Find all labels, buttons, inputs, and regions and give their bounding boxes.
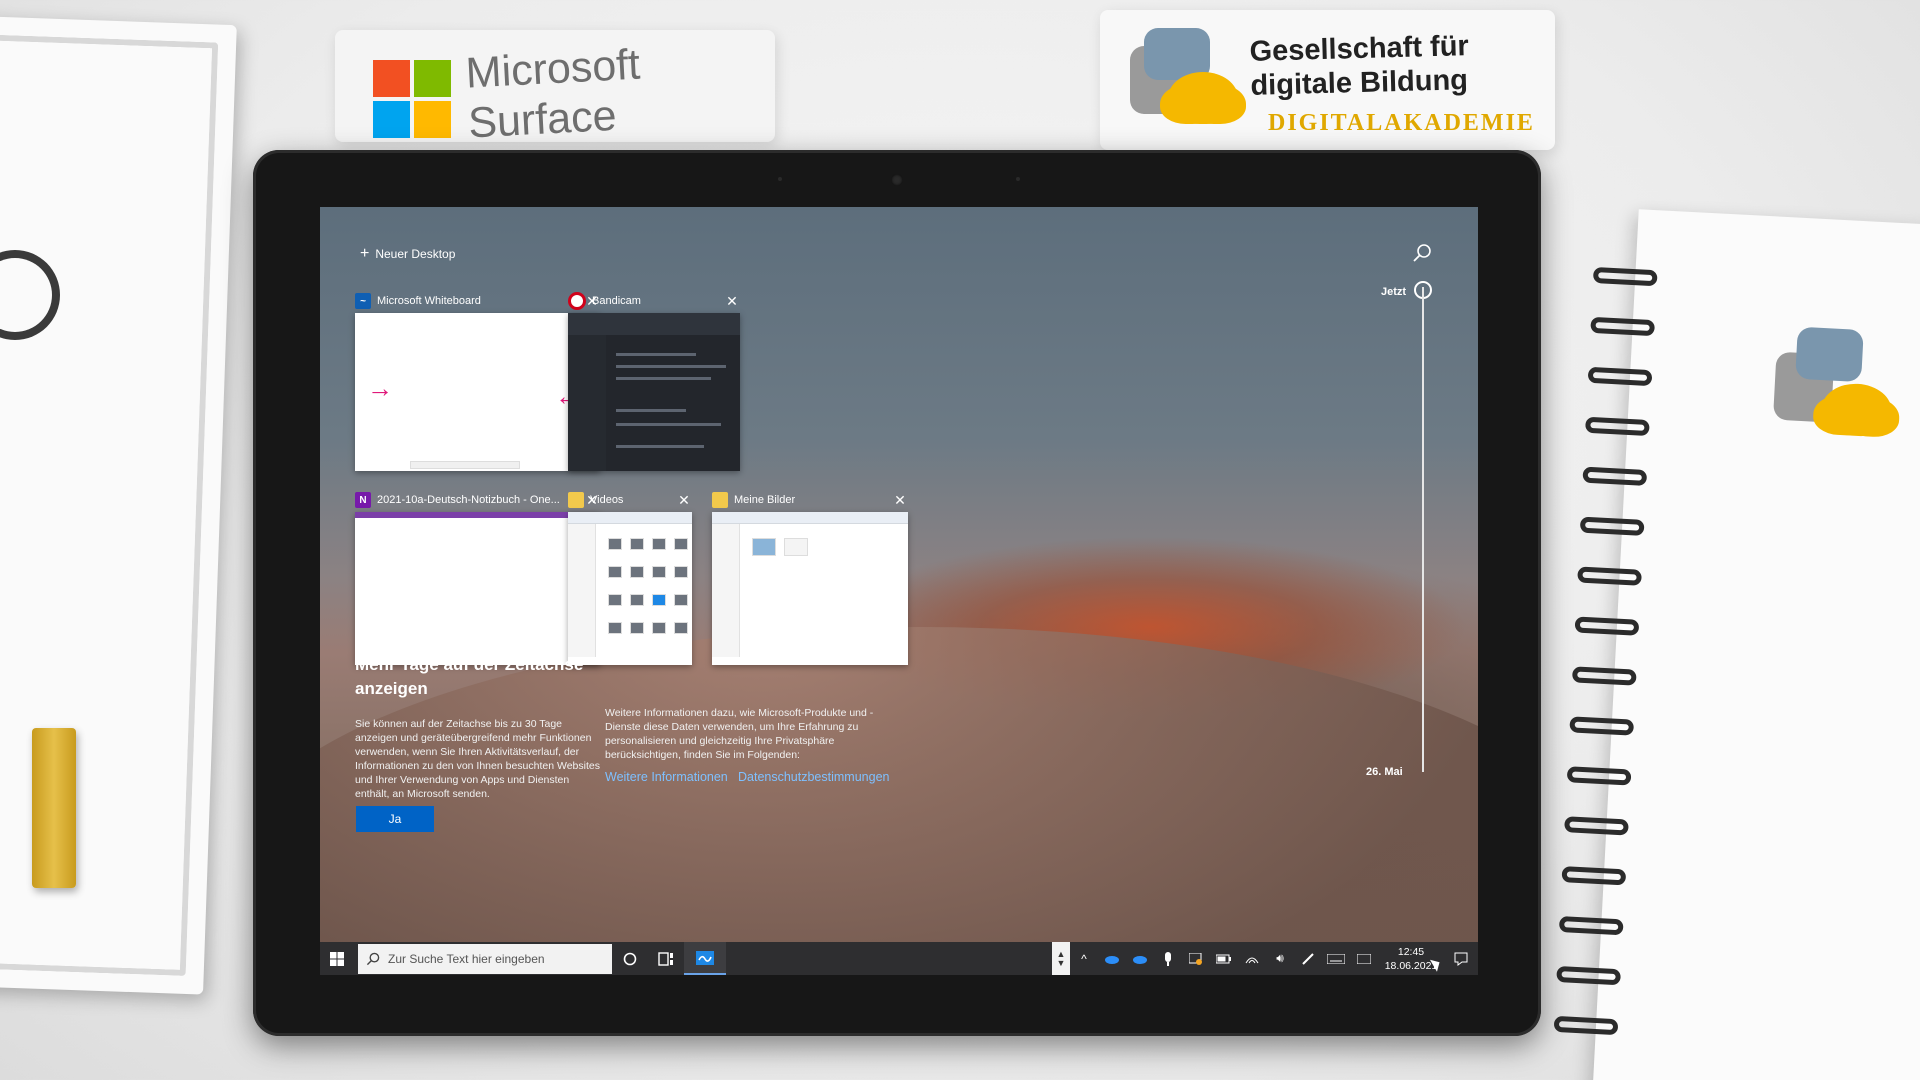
microphone-icon[interactable] — [1154, 942, 1182, 975]
sensor-dot — [1016, 177, 1020, 181]
camera-icon — [891, 174, 903, 186]
battery-icon[interactable] — [1210, 942, 1238, 975]
arrow-right-icon: → — [367, 373, 393, 403]
close-icon[interactable]: ✕ — [892, 492, 908, 509]
window-thumbnail[interactable] — [568, 512, 692, 665]
microsoft-surface-card: Microsoft Surface — [335, 30, 775, 147]
task-view-icon[interactable] — [648, 942, 684, 975]
explorer-ribbon — [712, 512, 908, 524]
timeline-promo: Mehr Tage auf der Zeitachse anzeigen Sie… — [355, 653, 605, 801]
spiral-notebook — [1553, 209, 1920, 1080]
ime-icon[interactable] — [1350, 942, 1378, 975]
onedrive-icon[interactable] — [1126, 942, 1154, 975]
window-tile-whiteboard[interactable]: ~ Microsoft Whiteboard ✕ → ← — [355, 289, 600, 471]
more-info-link[interactable]: Weitere Informationen — [605, 770, 728, 784]
highlighter-pen — [32, 728, 76, 888]
timeline-track[interactable] — [1422, 287, 1424, 772]
new-desktop-label: Neuer Desktop — [375, 247, 456, 261]
search-placeholder: Zur Suche Text hier eingeben — [388, 951, 545, 966]
onenote-icon: N — [355, 492, 371, 508]
gdb-logo-icon — [1772, 322, 1898, 448]
taskbar: Zur Suche Text hier eingeben ▲ ▼ ^ 🔊︎ 12:… — [320, 942, 1478, 975]
privacy-link[interactable]: Datenschutzbestimmungen — [738, 770, 889, 784]
promo-info-text: Weitere Informationen dazu, wie Microsof… — [605, 707, 874, 761]
search-icon[interactable] — [1412, 243, 1432, 263]
bandicam-record-icon — [568, 292, 586, 310]
keyboard-icon[interactable] — [1322, 942, 1350, 975]
close-icon[interactable]: ✕ — [676, 492, 692, 509]
chevron-up-icon[interactable]: ^ — [1070, 942, 1098, 975]
folder-icon — [712, 492, 728, 508]
whiteboard-toolbar — [410, 461, 520, 469]
window-tile-bandicam[interactable]: Bandicam ✕ — [568, 289, 740, 471]
whiteboard-taskbar-icon[interactable] — [684, 942, 726, 975]
bandicam-sidebar — [568, 335, 606, 471]
gdb-title: Gesellschaft für digitale Bildung — [1249, 30, 1470, 102]
wifi-icon[interactable] — [1238, 942, 1266, 975]
scroll-arrows-icon[interactable]: ▲ ▼ — [1052, 942, 1070, 975]
new-desktop-button[interactable]: + Neuer Desktop — [360, 245, 456, 262]
window-title: Bandicam — [592, 295, 641, 307]
plus-icon: + — [360, 245, 370, 262]
gdb-logo-card: Gesellschaft für digitale Bildung DIGITA… — [1100, 10, 1555, 150]
explorer-nav-pane — [568, 524, 596, 657]
window-thumbnail[interactable] — [568, 313, 740, 471]
window-title: Microsoft Whiteboard — [377, 295, 481, 307]
onenote-titlebar — [355, 512, 600, 518]
window-thumbnail[interactable] — [712, 512, 908, 665]
task-view-screen: + Neuer Desktop Jetzt 26. Mai ~ Microsof… — [320, 207, 1478, 975]
windows-start-icon[interactable] — [320, 942, 354, 975]
onedrive-icon[interactable] — [1098, 942, 1126, 975]
promo-text: Sie können auf der Zeitachse bis zu 30 T… — [355, 718, 600, 800]
close-icon[interactable]: ✕ — [724, 293, 740, 310]
microsoft-logo-icon — [373, 60, 451, 138]
notification-center-icon[interactable] — [1444, 942, 1478, 975]
gdb-logo-icon — [1130, 26, 1238, 126]
cortana-icon[interactable] — [612, 942, 648, 975]
window-title: Videos — [590, 494, 624, 506]
pen-icon[interactable] — [1294, 942, 1322, 975]
volume-icon[interactable]: 🔊︎ — [1266, 942, 1294, 975]
bandicam-toolbar — [568, 313, 740, 335]
gdb-subtitle: DIGITALAKADEMIE — [1268, 110, 1535, 136]
window-thumbnail[interactable]: → ← — [355, 313, 600, 471]
explorer-ribbon — [568, 512, 692, 524]
explorer-nav-pane — [712, 524, 740, 657]
surface-brand-text: Microsoft Surface — [464, 40, 642, 148]
search-icon — [366, 952, 380, 965]
whiteboard-icon: ~ — [355, 293, 371, 309]
window-tile-meine-bilder[interactable]: Meine Bilder ✕ — [712, 488, 908, 665]
window-tile-onenote[interactable]: N 2021-10a-Deutsch-Notizbuch - One... ✕ — [355, 488, 600, 665]
timeline-date-label: 26. Mai — [1366, 766, 1403, 778]
yes-button[interactable]: Ja — [356, 806, 434, 832]
taskbar-search-input[interactable]: Zur Suche Text hier eingeben — [358, 943, 612, 974]
timeline-now-label: Jetzt — [1381, 286, 1407, 298]
folder-icon — [568, 492, 584, 508]
promo-title: Mehr Tage auf der Zeitachse anzeigen — [355, 655, 584, 698]
window-tile-videos[interactable]: Videos ✕ — [568, 488, 692, 665]
system-tray: ▲ ▼ ^ 🔊︎ 12:45 18.06.2021 — [1052, 942, 1478, 975]
security-icon[interactable] — [1182, 942, 1210, 975]
window-title: Meine Bilder — [734, 494, 796, 506]
window-thumbnail[interactable] — [355, 512, 600, 665]
sensor-dot — [778, 177, 782, 181]
window-title: 2021-10a-Deutsch-Notizbuch - One... — [377, 494, 560, 506]
